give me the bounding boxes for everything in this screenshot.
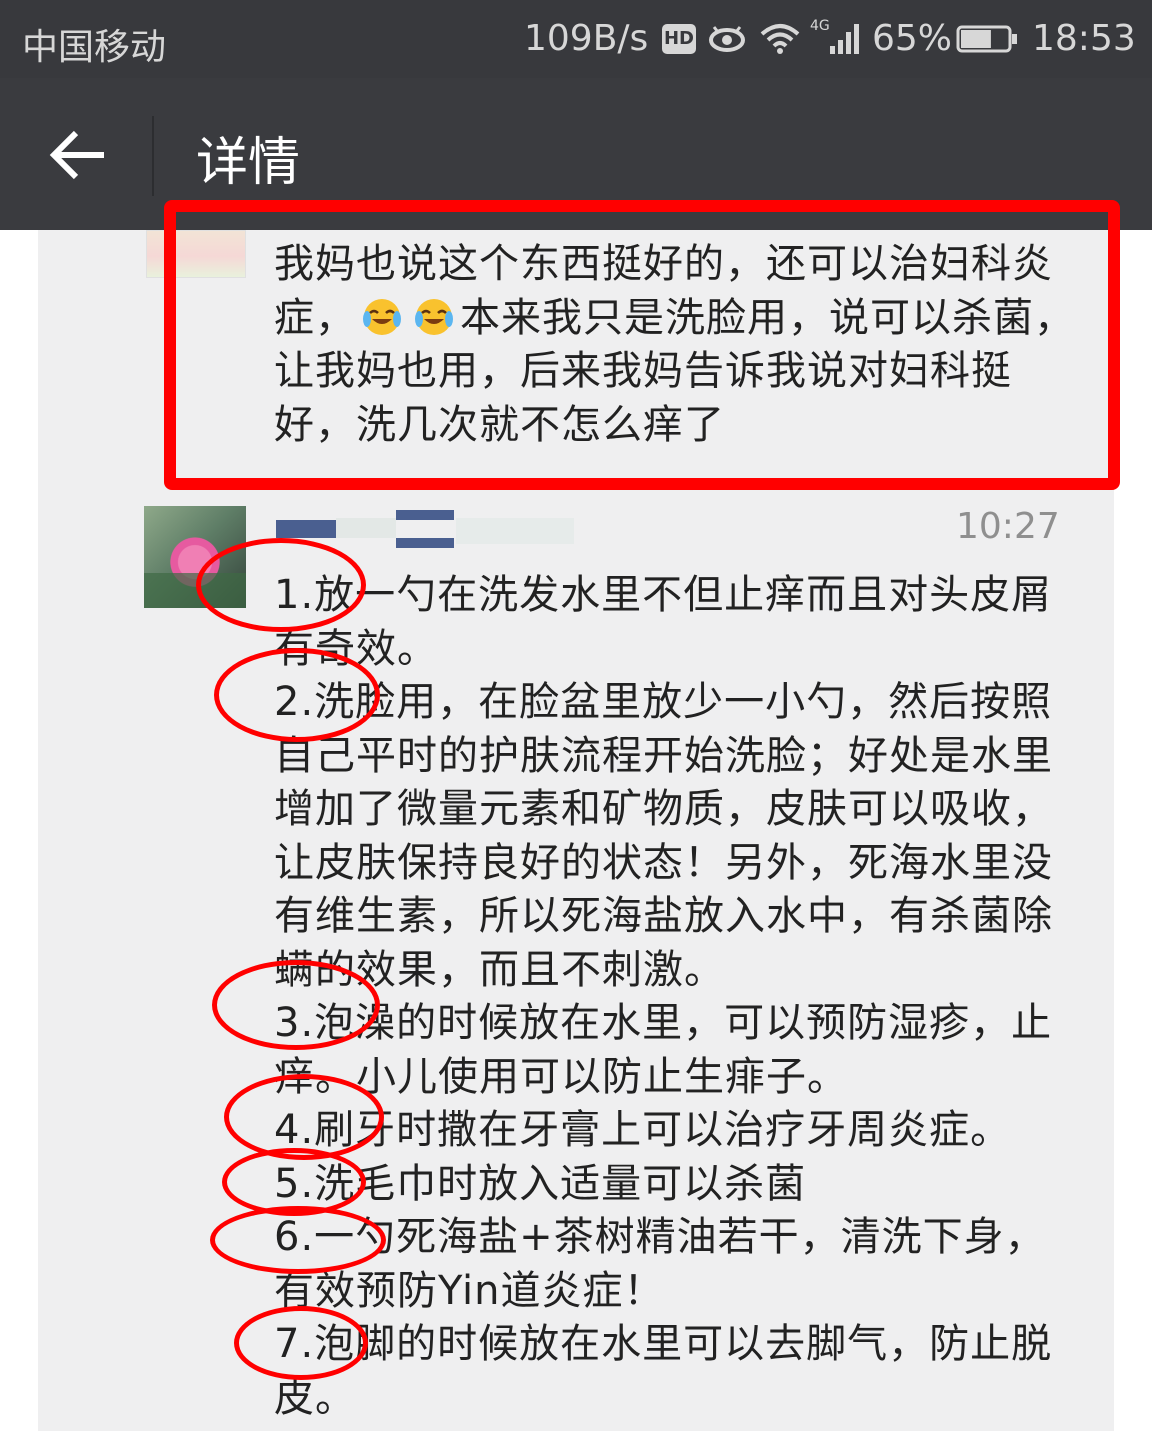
page-title: 详情	[196, 133, 301, 193]
back-arrow-icon[interactable]	[44, 120, 114, 190]
status-bar: 中国移动 109B/s HD 4G 65% 18:53	[0, 0, 1152, 78]
annotation-circle	[224, 1074, 384, 1160]
annotation-circle	[212, 960, 380, 1050]
status-clock: 18:53	[1032, 18, 1136, 59]
title-divider	[152, 116, 154, 196]
network-speed: 109B/s	[524, 18, 649, 59]
carrier-name: 中国移动	[22, 27, 167, 68]
highlight-rectangle	[164, 200, 1120, 490]
battery-fill	[961, 30, 991, 48]
message-timestamp: 10:27	[956, 506, 1060, 547]
hd-badge: HD	[662, 24, 696, 54]
battery-percent: 65%	[872, 18, 953, 59]
battery-icon	[956, 25, 1017, 53]
eye-icon	[709, 26, 745, 52]
annotation-circle	[234, 1306, 368, 1380]
signal-4g-icon: 4G	[810, 18, 859, 54]
annotation-circle	[196, 538, 366, 632]
wifi-icon	[760, 24, 800, 54]
annotation-circle	[214, 648, 380, 742]
message-text: 1.放一勺在洗发水里不但止痒而且对头皮屑有奇效。 2.洗脸用，在脸盆里放少一小勺…	[274, 572, 1053, 1421]
annotation-circle	[210, 1206, 386, 1274]
network-type: 4G	[810, 18, 830, 34]
